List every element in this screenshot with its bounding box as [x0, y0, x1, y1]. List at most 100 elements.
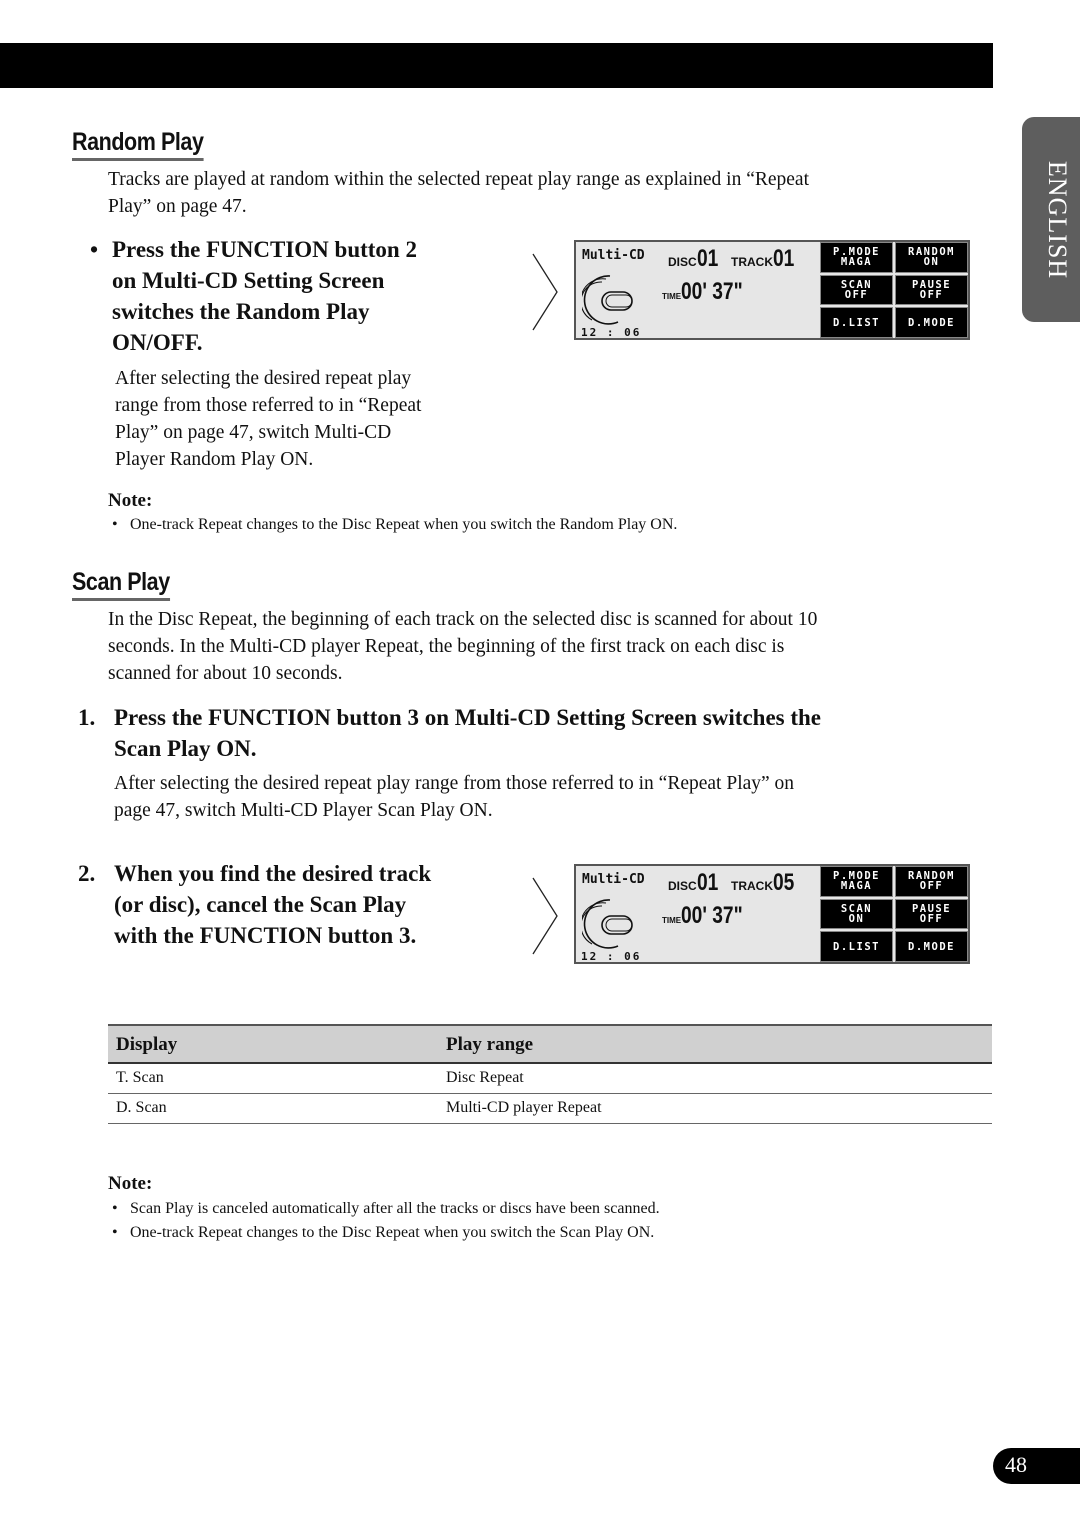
track-number: 01: [773, 245, 795, 272]
lcd-disc-track: DISC01 TRACK01: [668, 245, 800, 273]
button-value: OFF: [919, 880, 944, 893]
table-row: T. Scan Disc Repeat: [108, 1063, 992, 1094]
random-play-detail: After selecting the desired repeat play …: [115, 365, 421, 473]
lcd-mode: Multi-CD: [582, 248, 645, 263]
scan-range-table: Display Play range T. Scan Disc Repeat D…: [108, 1024, 992, 1124]
table-header-row: Display Play range: [108, 1024, 992, 1064]
intro-line: Play” on page 47.: [108, 196, 247, 217]
dmode-button[interactable]: D.MODE: [895, 931, 968, 962]
column-header: Play range: [438, 1024, 992, 1064]
pause-button[interactable]: PAUSE OFF: [895, 274, 968, 306]
random-play-intro: Tracks are played at random within the s…: [108, 166, 809, 220]
dlist-button[interactable]: D.LIST: [820, 931, 893, 962]
step-line: Press the FUNCTION button 3 on Multi-CD …: [114, 705, 822, 730]
random-button[interactable]: RANDOM ON: [895, 242, 968, 273]
button-value: ON: [923, 256, 940, 269]
step-line: When you find the desired track: [114, 861, 432, 886]
step-number: 2.: [78, 861, 96, 886]
step-line: switches the Random Play: [112, 299, 370, 324]
random-button[interactable]: RANDOM OFF: [895, 866, 968, 897]
button-value: OFF: [844, 288, 869, 301]
disc-number: 01: [696, 245, 719, 272]
button-label: D.MODE: [908, 316, 955, 329]
lcd-display-scan: Multi-CD DISC01 TRACK05 TIME00' 37" 12 :…: [574, 864, 970, 964]
scan-play-step-1-detail: After selecting the desired repeat play …: [114, 770, 794, 824]
dlist-button[interactable]: D.LIST: [820, 307, 893, 338]
function-button-grid: P.MODE MAGA RANDOM OFF SCAN ON PAUSE OFF D.L…: [820, 866, 968, 962]
page-number-badge: 48: [993, 1448, 1080, 1484]
time-value: 00' 37": [681, 278, 743, 305]
track-label: TRACK: [731, 879, 774, 893]
intro-line: In the Disc Repeat, the beginning of eac…: [108, 609, 818, 630]
disc-label: DISC: [668, 879, 697, 893]
intro-line: seconds. In the Multi-CD player Repeat, …: [108, 636, 785, 657]
column-header: Display: [108, 1024, 438, 1064]
step-line: on Multi-CD Setting Screen: [112, 268, 385, 293]
detail-line: range from those referred to in “Repeat: [115, 395, 422, 416]
button-label: D.LIST: [833, 316, 880, 329]
time-label: TIME: [662, 916, 682, 925]
note-item: • One-track Repeat changes to the Disc Re…: [112, 516, 678, 533]
table-cell: D. Scan: [108, 1093, 438, 1124]
random-play-step: • Press the FUNCTION button 2 on Multi-CD…: [90, 234, 417, 358]
disc-icon: [582, 899, 633, 949]
pmode-button[interactable]: P.MODE MAGA: [820, 866, 893, 897]
step-line: with the FUNCTION button 3.: [114, 923, 417, 948]
button-label: D.MODE: [908, 940, 955, 953]
arrow-right-icon: [532, 877, 558, 955]
step-line: Scan Play ON.: [114, 736, 257, 761]
detail-line: After selecting the desired repeat play …: [114, 773, 795, 794]
arrow-right-icon: [532, 253, 558, 331]
button-value: OFF: [919, 912, 944, 925]
time-value: 00' 37": [681, 902, 743, 929]
time-label: TIME: [662, 292, 682, 301]
note-text: One-track Repeat changes to the Disc Rep…: [130, 516, 678, 533]
scan-button[interactable]: SCAN OFF: [820, 274, 893, 306]
lcd-mode: Multi-CD: [582, 872, 645, 887]
note-item: • One-track Repeat changes to the Disc Re…: [112, 1224, 655, 1241]
detail-line: After selecting the desired repeat play: [115, 368, 412, 389]
track-label: TRACK: [731, 255, 774, 269]
lcd-time: TIME00' 37": [662, 278, 758, 306]
pmode-button[interactable]: P.MODE MAGA: [820, 242, 893, 273]
language-tab-label: ENGLISH: [1043, 160, 1072, 279]
step-line: ON/OFF.: [112, 330, 203, 355]
button-label: D.LIST: [833, 940, 880, 953]
disc-label: DISC: [668, 255, 697, 269]
function-button-grid: P.MODE MAGA RANDOM ON SCAN OFF PAUSE OFF D.L…: [820, 242, 968, 338]
scan-play-step-2: 2. When you find the desired track (or di…: [78, 858, 431, 951]
header-bar: [0, 43, 993, 88]
detail-line: page 47, switch Multi-CD Player Scan Pla…: [114, 800, 493, 821]
pause-button[interactable]: PAUSE OFF: [895, 898, 968, 930]
dmode-button[interactable]: D.MODE: [895, 307, 968, 338]
note-label: Note:: [108, 1173, 153, 1194]
note-list: • Scan Play is canceled automatically aft…: [112, 1197, 660, 1245]
step-line: (or disc), cancel the Scan Play: [114, 892, 407, 917]
intro-line: Tracks are played at random within the s…: [108, 169, 810, 190]
button-value: MAGA: [840, 256, 873, 269]
detail-line: Play” on page 47, switch Multi-CD: [115, 422, 392, 443]
track-number: 05: [773, 869, 795, 896]
note-text: Scan Play is canceled automatically afte…: [130, 1200, 660, 1217]
step-number: 1.: [78, 705, 96, 730]
lcd-disc-track: DISC01 TRACK05: [668, 869, 800, 897]
intro-line: scanned for about 10 seconds.: [108, 663, 343, 684]
random-play-heading: Random Play: [72, 127, 204, 161]
language-tab: ENGLISH: [1022, 117, 1080, 322]
step-line: Press the FUNCTION button 2: [112, 237, 417, 262]
button-value: OFF: [919, 288, 944, 301]
page-number: 48: [1005, 1452, 1027, 1477]
disc-number: 01: [696, 869, 719, 896]
button-value: MAGA: [840, 880, 873, 893]
scan-play-heading: Scan Play: [72, 567, 170, 601]
lcd-time: TIME00' 37": [662, 902, 758, 930]
bullet: •: [90, 237, 99, 262]
lcd-clock: 12 : 06: [581, 326, 642, 339]
note-item: • Scan Play is canceled automatically aft…: [112, 1200, 660, 1217]
table-cell: Disc Repeat: [438, 1063, 992, 1094]
scan-button[interactable]: SCAN ON: [820, 898, 893, 930]
lcd-clock: 12 : 06: [581, 950, 642, 963]
scan-play-step-1: 1. Press the FUNCTION button 3 on Multi-C…: [78, 702, 821, 764]
note-label: Note:: [108, 490, 153, 511]
button-value: ON: [848, 912, 865, 925]
